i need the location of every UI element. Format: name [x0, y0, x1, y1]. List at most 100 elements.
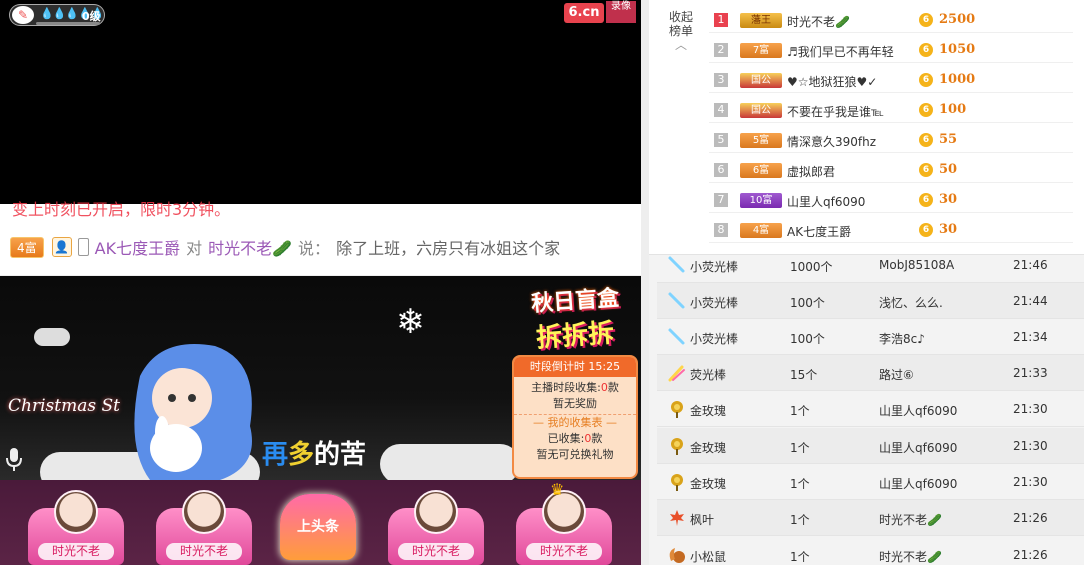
gift-row: 金玫瑰 1个 山里人qf6090 21:30	[657, 428, 1084, 464]
gift-row: 小荧光棒 1000个 MobJ85108A 21:46	[657, 247, 1084, 283]
rank-number: 8	[714, 223, 728, 237]
rank-number: 4	[714, 103, 728, 117]
collapse-label: 收起榜单	[669, 10, 694, 38]
chat-target[interactable]: 时光不老🥒	[208, 235, 292, 259]
lyrics-text: 再多的苦	[262, 434, 366, 471]
seat-4[interactable]: ♛ 时光不老	[516, 480, 612, 565]
coin-icon: 6	[919, 223, 933, 237]
chat-verb: 对	[186, 239, 203, 258]
seat-2[interactable]: 时光不老	[156, 490, 252, 565]
my-collection-title[interactable]: — 我的收集表 —	[514, 414, 636, 431]
rank-user[interactable]: 时光不老🥒	[787, 13, 850, 30]
gift-time: 21:26	[1013, 548, 1048, 562]
chat-message: 除了上班，六房只有冰姐这个家	[336, 239, 561, 258]
no-reward-text: 暂无奖励	[553, 397, 597, 410]
blind-box-title-2: 拆拆拆	[535, 318, 616, 354]
rank-user[interactable]: 虚拟郎君	[787, 163, 835, 180]
live-room: ✎ 💧💧💧💧💧 0级 6.cn 录像 变上时刻已开启，限时3分钟。 4富 👤 A…	[0, 0, 1084, 565]
gift-qty: 1个	[790, 513, 810, 527]
seat-name: 时光不老	[398, 543, 474, 560]
gift-name: 小松鼠	[690, 550, 727, 564]
panel-divider	[641, 0, 649, 565]
maple-leaf-icon	[667, 508, 687, 528]
gift-sender[interactable]: MobJ85108A	[879, 258, 954, 272]
gift-sender[interactable]: 山里人qf6090	[879, 439, 957, 456]
chat-prev-line: 变上时刻已开启，限时3分钟。	[12, 200, 231, 219]
gift-time: 21:30	[1013, 402, 1048, 416]
gift-sender[interactable]: 浅忆、么么.	[879, 294, 943, 311]
rank-number: 6	[714, 163, 728, 177]
blind-box-widget[interactable]: 秋日盲盒 拆拆拆 时段倒计时 15:25 主播时段收集:0款 暂无奖励 — 我的…	[510, 283, 640, 479]
cloud-bottom-right	[380, 444, 520, 480]
gift-qty: 100个	[790, 296, 825, 310]
cloud-icon	[34, 328, 70, 346]
rank-row[interactable]: 8 4富 AK七度王爵 6 30	[709, 213, 1073, 243]
rank-badge: 5富	[740, 133, 782, 148]
lyrics-part-c: 的苦	[314, 440, 367, 470]
rank-user[interactable]: 不要在乎我是谁℡	[787, 103, 884, 120]
gift-sender[interactable]: 时光不老🥒	[879, 548, 942, 565]
rank-user[interactable]: 山里人qf6090	[787, 193, 865, 210]
rank-row[interactable]: 4 国公 不要在乎我是谁℡ 6 100	[709, 93, 1073, 123]
rank-row[interactable]: 3 国公 ♥☆地狱狂狼♥✓ 6 1000	[709, 63, 1073, 93]
rank-user[interactable]: ♬我们早已不再年轻	[787, 43, 894, 60]
rank-value: 1050	[939, 42, 976, 57]
seat-row: 时光不老 时光不老 上头条 时光不老 ♛ 时光不老	[0, 480, 641, 565]
gift-time: 21:44	[1013, 294, 1048, 308]
gift-row: 金玫瑰 1个 山里人qf6090 21:30	[657, 464, 1084, 500]
gold-rose-icon	[667, 399, 687, 419]
rank-value: 100	[939, 102, 967, 117]
gift-sender[interactable]: 山里人qf6090	[879, 402, 957, 419]
user-level-badge[interactable]: ✎ 💧💧💧💧💧 0级	[9, 4, 105, 26]
coin-icon: 6	[919, 73, 933, 87]
coin-icon: 6	[919, 193, 933, 207]
blind-box-title: 秋日盲盒 拆拆拆	[510, 283, 640, 354]
microphone-icon[interactable]	[6, 448, 22, 472]
avatar	[414, 490, 458, 534]
glowstick-icon	[667, 255, 687, 275]
rank-value: 30	[939, 192, 958, 207]
gift-name: 枫叶	[690, 513, 715, 527]
rank-badge: 10富	[740, 193, 782, 208]
avatar	[54, 490, 98, 534]
site-logo[interactable]: 6.cn	[564, 3, 604, 23]
gift-sender[interactable]: 李浩8c♪	[879, 330, 925, 347]
gift-qty: 15个	[790, 368, 818, 382]
glowstick-icon	[667, 291, 687, 311]
video-area[interactable]	[0, 0, 641, 204]
gift-sender[interactable]: 路过⑥	[879, 366, 914, 383]
chat-line: 4富 👤 AK七度王爵 对 时光不老🥒 说： 除了上班，六房只有冰姐这个家	[10, 234, 560, 260]
rank-row[interactable]: 6 6富 虚拟郎君 6 50	[709, 153, 1073, 183]
coin-icon: 6	[919, 103, 933, 117]
record-button[interactable]: 录像	[606, 1, 636, 23]
glowstick-big-icon	[667, 363, 687, 383]
seat-3[interactable]: 时光不老	[388, 490, 484, 565]
rank-row[interactable]: 2 7富 ♬我们早已不再年轻 6 1050	[709, 33, 1073, 63]
gift-row: 荧光棒 15个 路过⑥ 21:33	[657, 355, 1084, 391]
gift-sender[interactable]: 山里人qf6090	[879, 475, 957, 492]
video-player[interactable]: ✎ 💧💧💧💧💧 0级 6.cn 录像 变上时刻已开启，限时3分钟。 4富 👤 A…	[0, 0, 641, 565]
rank-row[interactable]: 5 5富 情深意久390fhz 6 55	[709, 123, 1073, 153]
rank-value: 2500	[939, 12, 976, 27]
gift-name: 小荧光棒	[690, 260, 739, 274]
anchor-collect-prefix: 主播时段收集:	[531, 381, 601, 394]
rank-user[interactable]: AK七度王爵	[787, 223, 851, 240]
rank-user[interactable]: 情深意久390fhz	[787, 133, 876, 150]
rank-row[interactable]: 1 藩王 时光不老🥒 6 2500	[709, 3, 1073, 33]
rank-value: 30	[939, 222, 958, 237]
seat-1[interactable]: 时光不老	[28, 490, 124, 565]
gift-row: 枫叶 1个 时光不老🥒 21:26	[657, 500, 1084, 536]
chat-sender[interactable]: AK七度王爵	[95, 235, 180, 259]
rank-row[interactable]: 7 10富 山里人qf6090 6 30	[709, 183, 1073, 213]
gift-row: 金玫瑰 1个 山里人qf6090 21:30	[657, 391, 1084, 427]
anchor-collect-suffix: 款	[607, 381, 619, 394]
rank-user[interactable]: ♥☆地狱狂狼♥✓	[787, 73, 877, 90]
gift-qty: 1000个	[790, 260, 833, 274]
seat-name: 时光不老	[526, 543, 602, 560]
gift-sender[interactable]: 时光不老🥒	[879, 511, 942, 528]
gift-qty: 1个	[790, 477, 810, 491]
collapse-rank-button[interactable]: 收起榜单 ︿	[669, 10, 693, 52]
headline-button[interactable]: 上头条	[280, 494, 356, 560]
rank-value: 1000	[939, 72, 976, 87]
gift-row: 小荧光棒 100个 李浩8c♪ 21:34	[657, 319, 1084, 355]
